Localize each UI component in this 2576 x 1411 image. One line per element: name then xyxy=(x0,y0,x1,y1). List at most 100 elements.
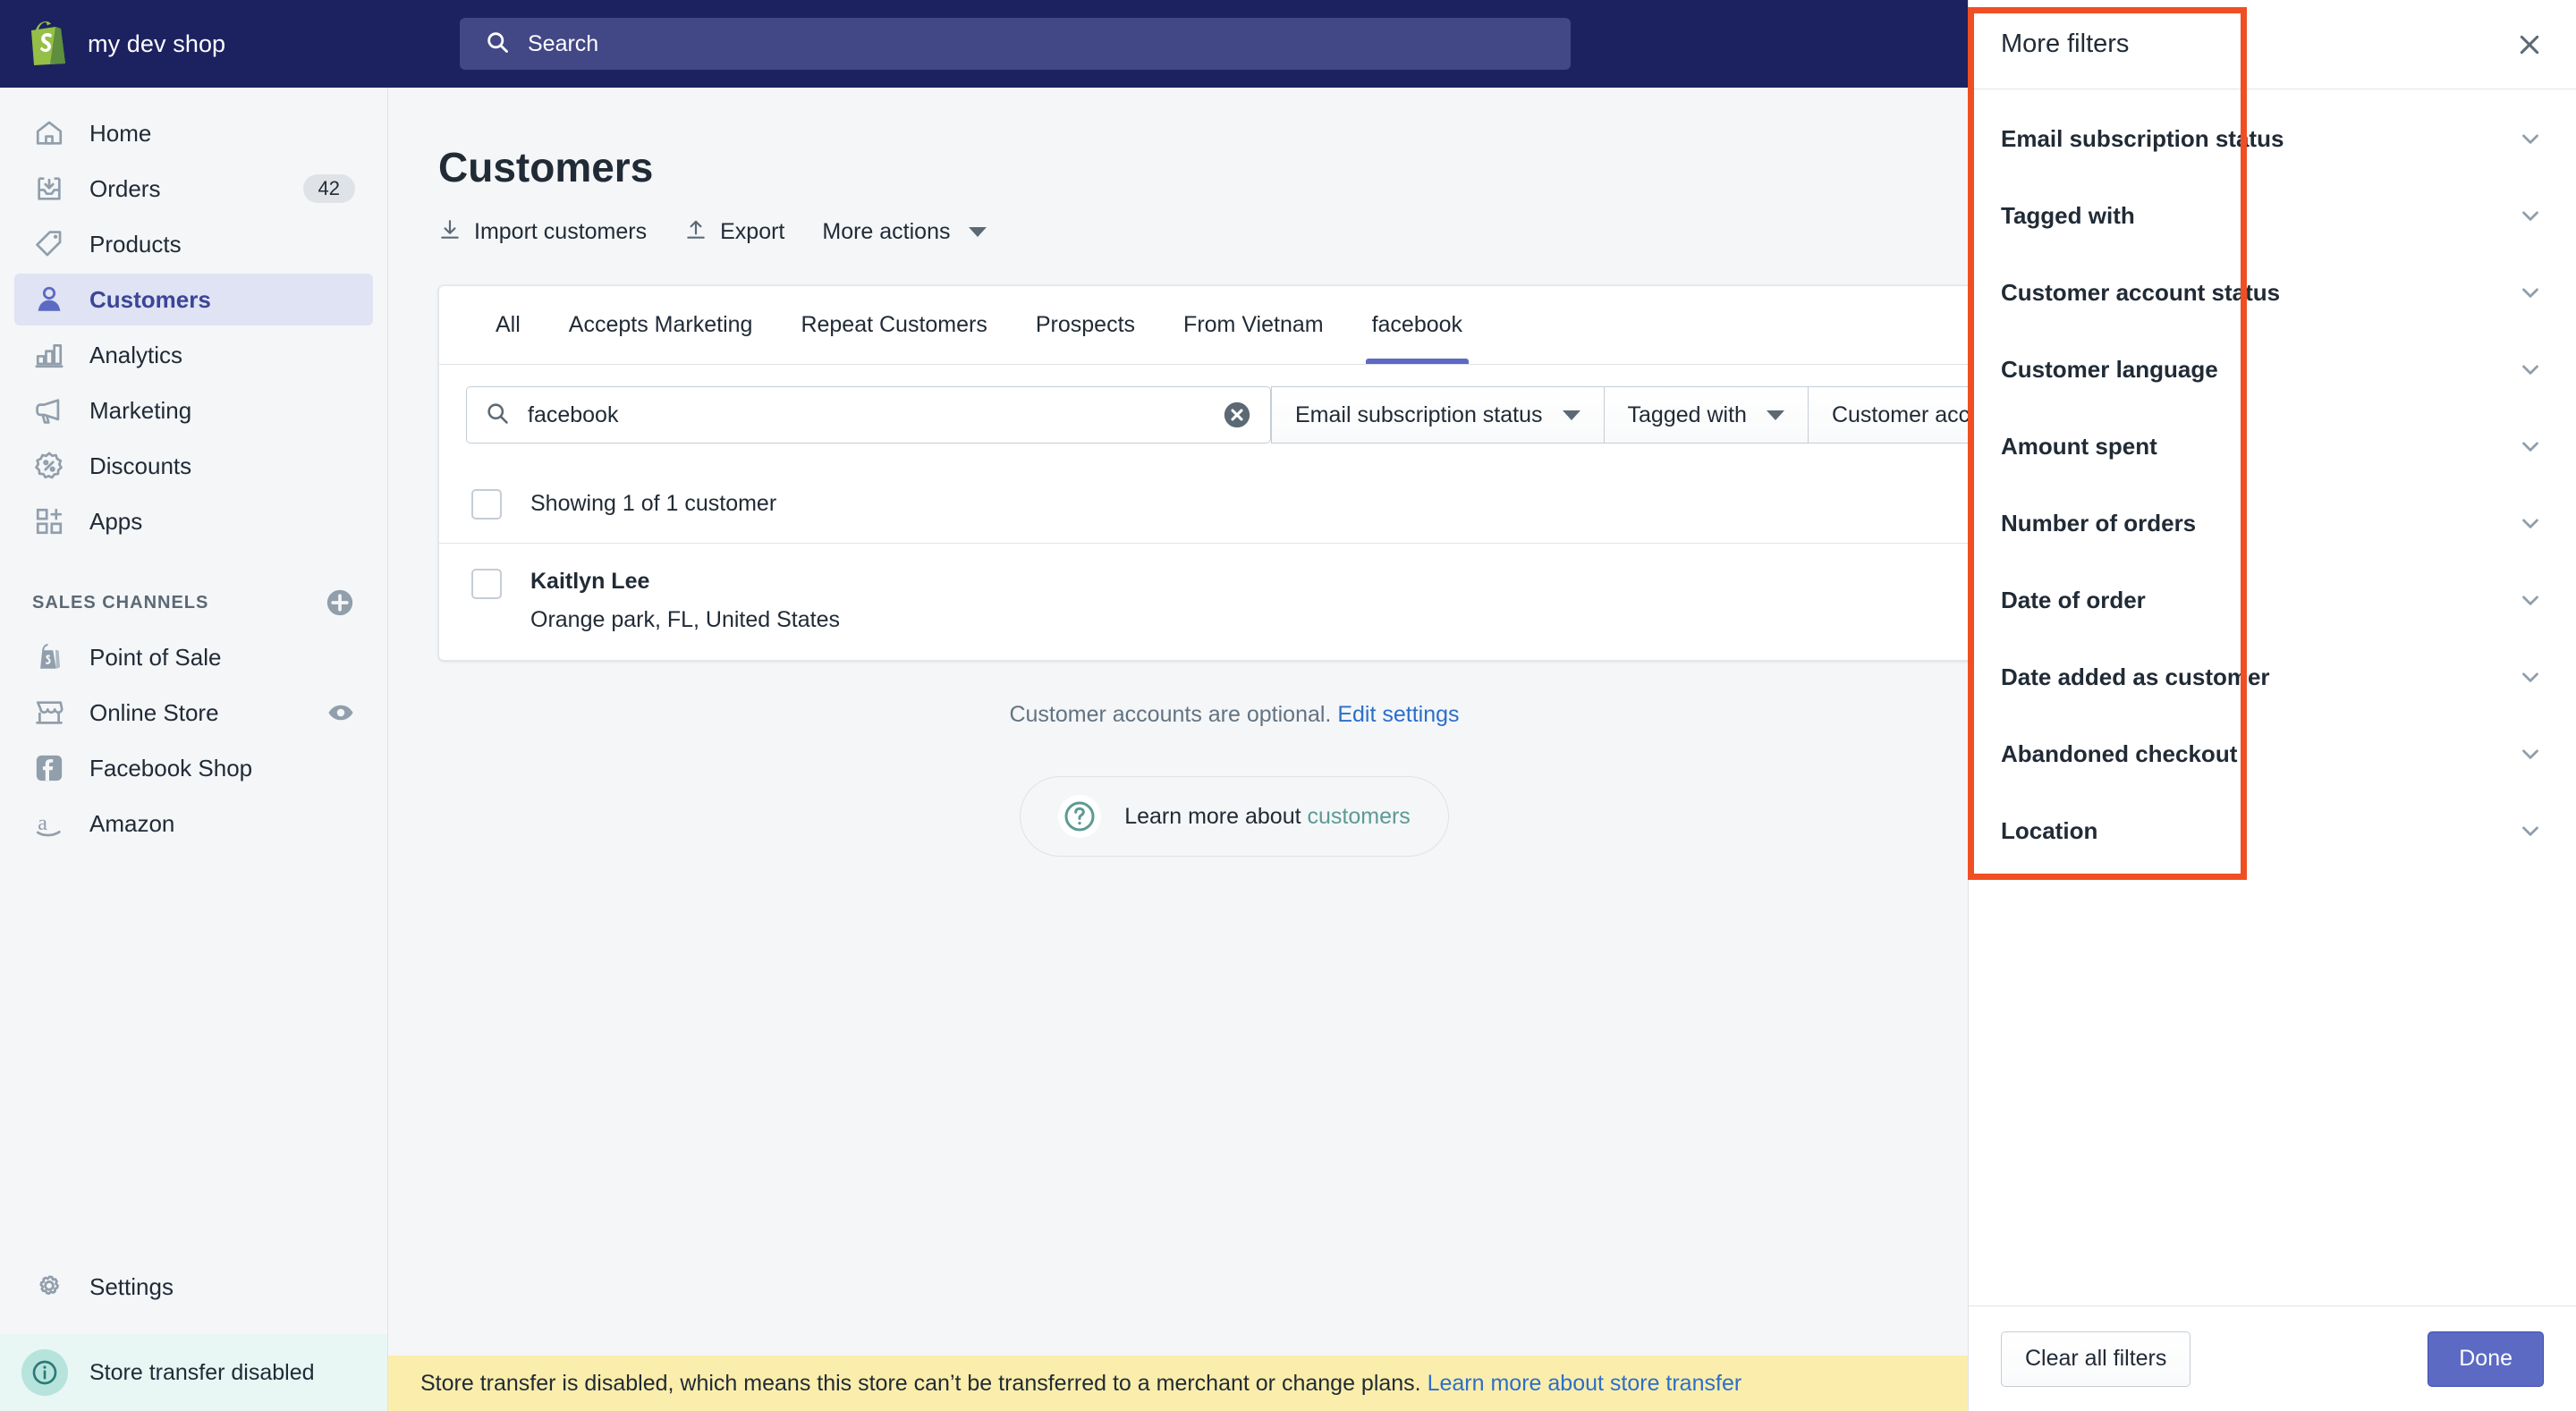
tab-all[interactable]: All xyxy=(471,285,545,364)
sidebar-item-marketing[interactable]: Marketing xyxy=(14,384,373,436)
import-customers-button[interactable]: Import customers xyxy=(438,218,647,246)
edit-settings-link[interactable]: Edit settings xyxy=(1337,702,1459,727)
chip-label: Email subscription status xyxy=(1295,401,1543,427)
person-icon xyxy=(32,283,66,317)
sidebar-item-label: Point of Sale xyxy=(89,643,222,671)
filter-abandoned-checkout[interactable]: Abandoned checkout xyxy=(1969,715,2576,792)
customer-name: Kaitlyn Lee xyxy=(530,569,650,594)
store-transfer-label: Store transfer disabled xyxy=(89,1359,315,1385)
sidebar-item-amazon[interactable]: a Amazon xyxy=(14,798,373,849)
import-customers-label: Import customers xyxy=(474,219,648,244)
orders-inbox-icon xyxy=(32,172,66,206)
done-label: Done xyxy=(2459,1346,2512,1371)
sidebar-item-label: Home xyxy=(89,119,152,147)
megaphone-icon xyxy=(32,393,66,427)
filter-customer-language[interactable]: Customer language xyxy=(1969,331,2576,408)
sidebar-item-label: Settings xyxy=(89,1272,174,1300)
close-x-icon[interactable] xyxy=(2515,30,2544,59)
brand[interactable]: my dev shop xyxy=(0,21,388,66)
customers-card: All Accepts Marketing Repeat Customers P… xyxy=(438,285,1968,661)
customer-search-value: facebook xyxy=(528,401,619,427)
filter-email-subscription-status[interactable]: Email subscription status xyxy=(1969,100,2576,177)
sidebar-item-label: Amazon xyxy=(89,809,175,837)
learn-more-link[interactable]: customers xyxy=(1308,804,1411,829)
more-actions-button[interactable]: More actions xyxy=(822,219,987,245)
sidebar-item-home[interactable]: Home xyxy=(14,107,373,159)
sales-channels-header: SALES CHANNELS xyxy=(0,574,387,631)
clear-circle-icon[interactable] xyxy=(1222,400,1252,430)
sidebar-item-label: Orders xyxy=(89,174,161,202)
filter-bar: facebook Email subscription status Tagge… xyxy=(439,365,1968,465)
chevron-down-icon xyxy=(2517,356,2544,383)
filter-tagged-with[interactable]: Tagged with xyxy=(1969,177,2576,254)
tab-from-vietnam[interactable]: From Vietnam xyxy=(1159,285,1348,364)
customer-location: Orange park, FL, United States xyxy=(530,607,841,632)
filter-label: Amount spent xyxy=(2001,432,2157,460)
sidebar-item-products[interactable]: Products xyxy=(14,218,373,270)
clear-all-filters-label: Clear all filters xyxy=(2025,1346,2167,1371)
import-down-arrow-icon xyxy=(438,218,462,246)
tab-prospects[interactable]: Prospects xyxy=(1012,285,1159,364)
sidebar-item-analytics[interactable]: Analytics xyxy=(14,329,373,381)
filter-amount-spent[interactable]: Amount spent xyxy=(1969,408,2576,485)
list-header-row: Showing 1 of 1 customer xyxy=(439,465,1968,544)
select-all-checkbox[interactable] xyxy=(471,488,502,520)
chip-email-subscription-status[interactable]: Email subscription status xyxy=(1271,386,1605,444)
shopify-admin-window: my dev shop Search Home Orders 42 Produc… xyxy=(0,0,2576,1411)
store-transfer-learn-more-link[interactable]: Learn more about store transfer xyxy=(1428,1371,1742,1397)
store-transfer-notice[interactable]: Store transfer disabled xyxy=(0,1334,387,1411)
global-search-input[interactable]: Search xyxy=(460,18,1571,70)
chevron-down-icon xyxy=(1766,410,1784,420)
sales-channels-title: SALES CHANNELS xyxy=(32,592,209,613)
sidebar-item-settings[interactable]: Settings xyxy=(14,1261,373,1313)
filter-location[interactable]: Location xyxy=(1969,792,2576,869)
export-button[interactable]: Export xyxy=(684,218,784,246)
chip-customer-account-status[interactable]: Customer accou xyxy=(1808,386,1968,444)
filter-customer-account-status[interactable]: Customer account status xyxy=(1969,254,2576,331)
learn-more-text: Learn more about customers xyxy=(1124,804,1411,830)
sidebar-item-online-store[interactable]: Online Store xyxy=(14,687,373,739)
tab-repeat-customers[interactable]: Repeat Customers xyxy=(776,285,1011,364)
tab-facebook[interactable]: facebook xyxy=(1348,285,1487,364)
sidebar-item-apps[interactable]: Apps xyxy=(14,495,373,547)
filter-label: Number of orders xyxy=(2001,509,2197,537)
row-checkbox[interactable] xyxy=(471,569,502,599)
chip-tagged-with[interactable]: Tagged with xyxy=(1604,386,1809,444)
filter-chips: Email subscription status Tagged with Cu… xyxy=(1271,386,1968,444)
sidebar-item-label: Facebook Shop xyxy=(89,754,253,782)
sidebar-item-point-of-sale[interactable]: Point of Sale xyxy=(14,631,373,683)
shop-name: my dev shop xyxy=(88,30,226,57)
sidebar-item-label: Online Store xyxy=(89,698,219,726)
sidebar-item-label: Products xyxy=(89,230,182,258)
sidebar-item-discounts[interactable]: Discounts xyxy=(14,440,373,492)
chevron-down-icon xyxy=(968,227,987,237)
clear-all-filters-button[interactable]: Clear all filters xyxy=(2001,1331,2191,1387)
tab-label: Accepts Marketing xyxy=(568,311,753,337)
gear-icon xyxy=(32,1270,66,1304)
sidebar-item-label: Analytics xyxy=(89,341,183,368)
eye-icon[interactable] xyxy=(326,698,355,727)
customer-search-input[interactable]: facebook xyxy=(466,386,1271,444)
tab-accepts-marketing[interactable]: Accepts Marketing xyxy=(545,285,777,364)
filter-number-of-orders[interactable]: Number of orders xyxy=(1969,485,2576,562)
sidebar-item-orders[interactable]: Orders 42 xyxy=(14,163,373,215)
chevron-down-icon xyxy=(2517,510,2544,537)
filter-label: Customer language xyxy=(2001,355,2218,383)
filter-date-of-order[interactable]: Date of order xyxy=(1969,562,2576,638)
done-button[interactable]: Done xyxy=(2428,1331,2544,1387)
showing-count-label: Showing 1 of 1 customer xyxy=(530,491,777,516)
chevron-down-icon xyxy=(2517,587,2544,613)
table-row[interactable]: Kaitlyn Lee Orange park, FL, United Stat… xyxy=(439,544,1968,660)
sidebar-item-facebook-shop[interactable]: Facebook Shop xyxy=(14,742,373,794)
learn-more-card[interactable]: Learn more about customers xyxy=(1020,776,1449,857)
search-icon xyxy=(485,401,510,430)
sidebar-item-customers[interactable]: Customers xyxy=(14,274,373,325)
filter-date-added-as-customer[interactable]: Date added as customer xyxy=(1969,638,2576,715)
plus-circle-icon[interactable] xyxy=(325,587,355,618)
primary-nav: Home Orders 42 Products Customers Analyt… xyxy=(0,88,387,547)
chevron-down-icon xyxy=(2517,433,2544,460)
filters-list: Email subscription status Tagged with Cu… xyxy=(1969,89,2576,869)
filter-label: Abandoned checkout xyxy=(2001,739,2238,767)
chevron-down-icon xyxy=(2517,202,2544,229)
filter-label: Date added as customer xyxy=(2001,663,2270,690)
